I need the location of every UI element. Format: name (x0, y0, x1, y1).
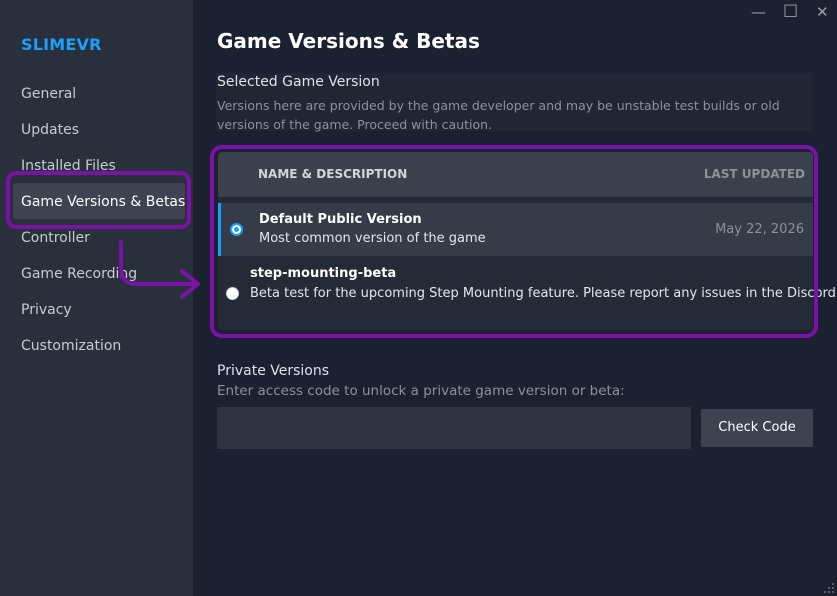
selected-row-indicator (218, 203, 221, 256)
radio-step-mounting-beta[interactable] (226, 287, 239, 300)
sidebar: SLIMEVR General Updates Installed Files … (0, 0, 193, 596)
check-code-button[interactable]: Check Code (701, 409, 813, 447)
access-code-input[interactable] (217, 407, 691, 449)
resize-grip-icon[interactable] (823, 582, 835, 594)
private-versions-heading: Private Versions (217, 363, 330, 379)
version-title: step-mounting-beta (250, 266, 397, 281)
version-title: Default Public Version (259, 212, 422, 227)
column-header-last-updated: LAST UPDATED (703, 167, 805, 181)
minimize-icon[interactable]: — (751, 4, 766, 20)
sidebar-item-controller[interactable]: Controller (21, 228, 90, 248)
version-last-updated: May 22, 2026 (715, 222, 804, 237)
selected-version-description: Versions here are provided by the game d… (217, 98, 780, 132)
sidebar-item-installed-files[interactable]: Installed Files (21, 156, 116, 176)
sidebar-item-privacy[interactable]: Privacy (21, 300, 72, 320)
versions-table: NAME & DESCRIPTION LAST UPDATED Default … (218, 152, 837, 330)
table-header: NAME & DESCRIPTION LAST UPDATED (218, 152, 813, 197)
version-row-default-public[interactable]: Default Public Version Most common versi… (218, 203, 813, 256)
app-title: SLIMEVR (21, 35, 102, 54)
sidebar-item-general[interactable]: General (21, 84, 76, 104)
version-row-step-mounting-beta[interactable]: step-mounting-beta Beta test for the upc… (218, 256, 837, 316)
sidebar-item-game-recording[interactable]: Game Recording (21, 264, 137, 284)
version-description: Most common version of the game (259, 231, 486, 246)
private-versions-description: Enter access code to unlock a private ga… (217, 383, 625, 399)
column-header-name: NAME & DESCRIPTION (258, 167, 408, 181)
page-title: Game Versions & Betas (217, 29, 480, 53)
close-icon[interactable]: ✕ (816, 4, 829, 20)
selected-version-heading: Selected Game Version (217, 74, 380, 90)
sidebar-item-updates[interactable]: Updates (21, 120, 79, 140)
maximize-icon[interactable]: ☐ (783, 4, 798, 21)
sidebar-item-customization[interactable]: Customization (21, 336, 121, 356)
sidebar-item-game-versions-betas[interactable]: Game Versions & Betas (21, 192, 185, 212)
radio-default-public[interactable] (230, 223, 243, 236)
version-description: Beta test for the upcoming Step Mounting… (250, 286, 837, 301)
